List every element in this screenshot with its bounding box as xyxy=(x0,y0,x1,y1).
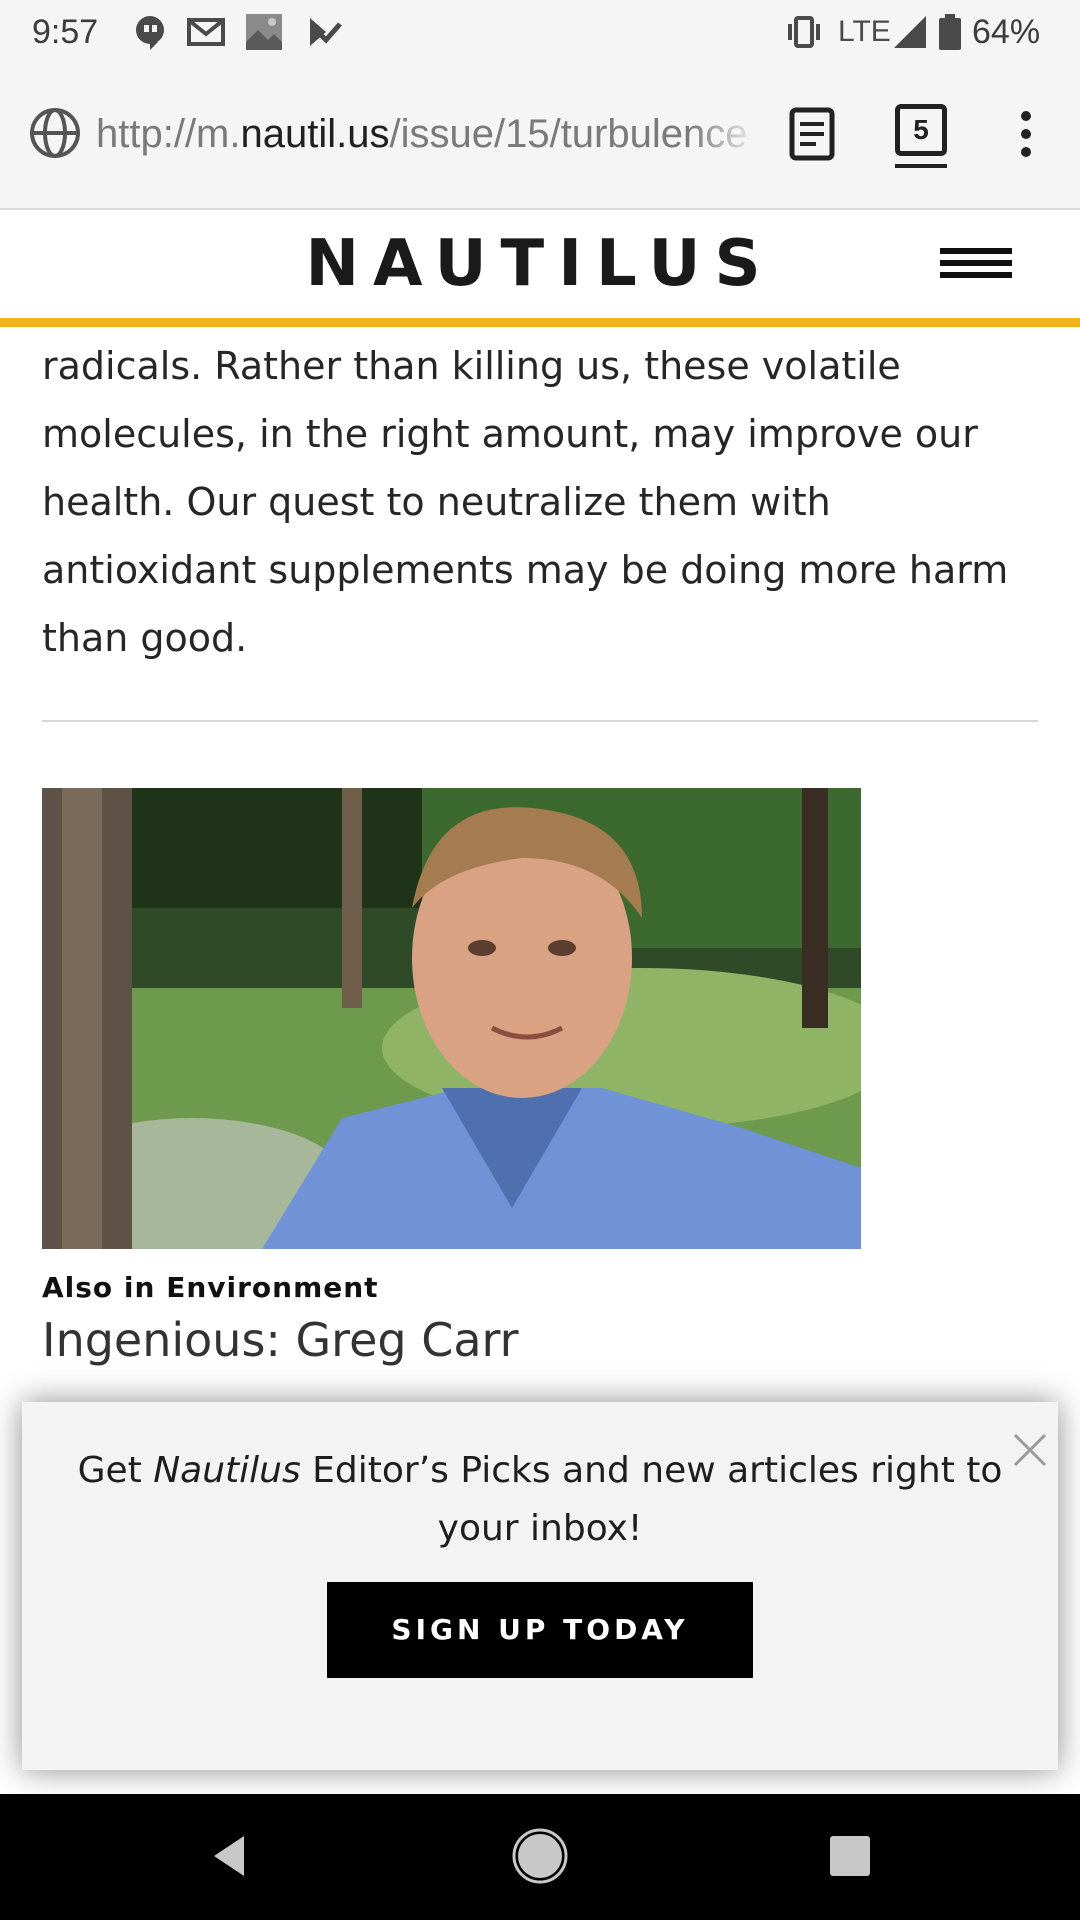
status-time: 9:57 xyxy=(32,13,99,51)
globe-icon[interactable] xyxy=(28,106,82,160)
photo-icon xyxy=(244,12,284,52)
url-bar[interactable]: http://m.nautil.us/issue/15/turbulence xyxy=(96,108,756,160)
site-logo[interactable]: NAUTILUS xyxy=(0,230,1080,298)
browser-toolbar: http://m.nautil.us/issue/15/turbulence 5 xyxy=(0,64,1080,210)
network-type: LTE xyxy=(838,15,891,48)
header-accent-bar xyxy=(0,318,1080,327)
site-header: NAUTILUS xyxy=(0,210,1080,318)
sign-up-button[interactable]: SIGN UP TODAY xyxy=(327,1582,753,1678)
hangouts-icon xyxy=(132,12,172,52)
section-divider xyxy=(42,720,1038,722)
tabs-icon[interactable]: 5 xyxy=(895,104,947,156)
system-nav-bar xyxy=(0,1794,1080,1920)
url-prefix: http://m. xyxy=(96,112,241,156)
status-bar: 9:57 LTE 64% xyxy=(0,0,1080,64)
related-title[interactable]: Ingenious: Greg Carr xyxy=(42,1310,519,1370)
popup-text-after: Editor’s Picks and new articles right to… xyxy=(300,1450,1003,1549)
gmail-icon xyxy=(186,12,226,52)
tabs-underline xyxy=(895,164,947,168)
newsletter-popup: Get Nautilus Editor’s Picks and new arti… xyxy=(22,1402,1058,1770)
battery-percent: 64% xyxy=(972,13,1041,51)
vibrate-icon xyxy=(784,12,824,52)
more-vert-icon[interactable] xyxy=(996,104,1056,164)
url-fade xyxy=(690,104,760,164)
popup-text-before: Get xyxy=(77,1450,154,1491)
url-domain: nautil.us xyxy=(240,112,390,156)
recents-icon[interactable] xyxy=(818,1824,882,1888)
phone-screen: { "status_bar": { "time": "9:57", "netwo… xyxy=(0,0,1080,1920)
home-icon[interactable] xyxy=(508,1824,572,1888)
hamburger-menu-icon[interactable] xyxy=(940,248,1012,282)
tasks-icon xyxy=(304,12,344,52)
popup-text-brand: Nautilus xyxy=(153,1450,301,1491)
back-icon[interactable] xyxy=(200,1824,264,1888)
reader-mode-icon[interactable] xyxy=(782,104,842,164)
popup-message: Get Nautilus Editor’s Picks and new arti… xyxy=(52,1442,1028,1558)
battery-icon xyxy=(936,12,964,52)
related-article-photo[interactable] xyxy=(42,788,861,1249)
related-kicker: Also in Environment xyxy=(42,1271,379,1304)
signal-icon xyxy=(890,12,930,52)
article-paragraph: radicals. Rather than killing us, these … xyxy=(42,344,1009,660)
